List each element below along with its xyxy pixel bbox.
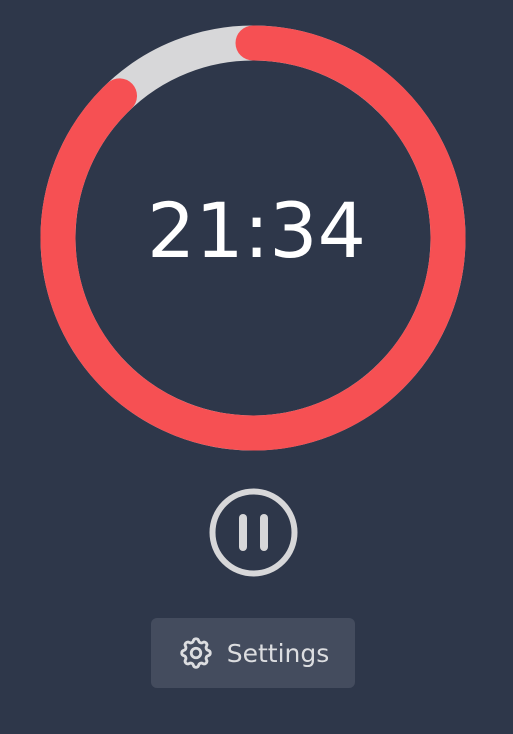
timer-time-display: 21:34: [146, 186, 367, 275]
settings-label: Settings: [226, 638, 330, 668]
settings-button[interactable]: Settings: [151, 618, 355, 688]
gear-icon: [177, 634, 215, 672]
pause-button[interactable]: [208, 487, 299, 578]
pomodoro-timer-app: 21:34 Settings: [0, 0, 513, 734]
pause-circle-icon: [209, 488, 298, 577]
